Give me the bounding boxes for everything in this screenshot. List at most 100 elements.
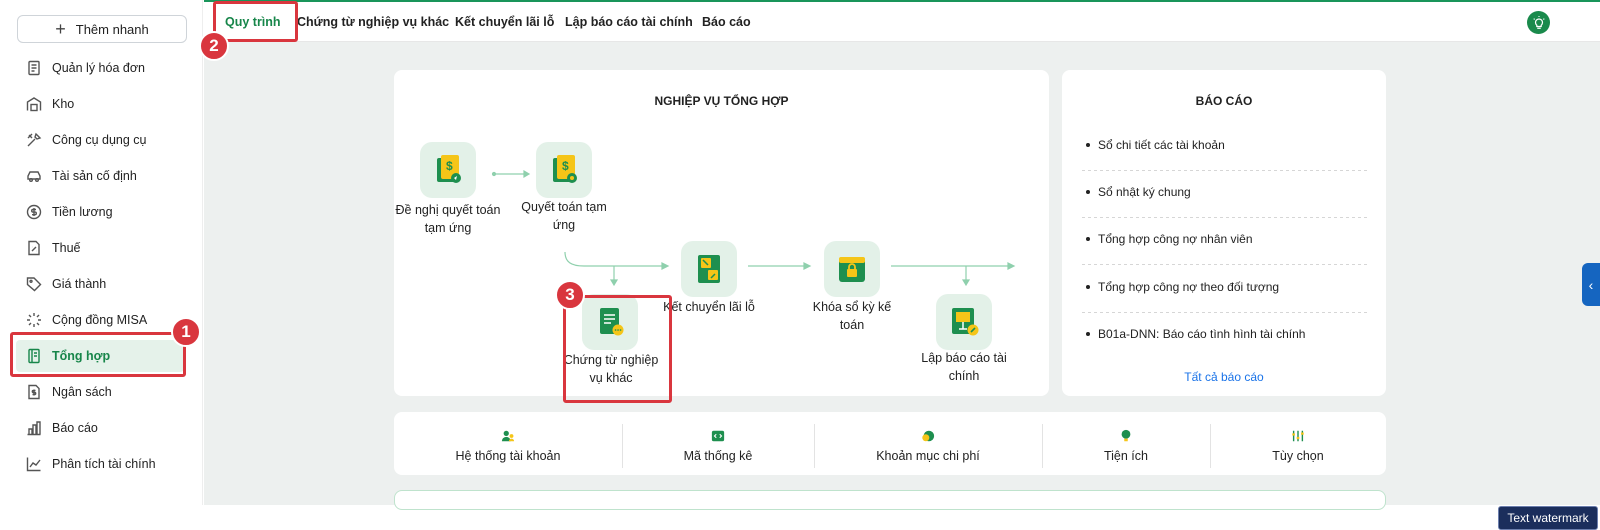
users-icon bbox=[501, 430, 515, 442]
quick-add-button[interactable]: + Thêm nhanh bbox=[17, 15, 187, 43]
analytics-icon bbox=[26, 457, 41, 472]
utilities-bar: Hệ thống tài khoản Mã thống kê Khoản mục… bbox=[394, 412, 1386, 475]
divider bbox=[1082, 264, 1370, 265]
sidebar-item-fixed-assets[interactable]: Tài sản cố định bbox=[16, 160, 184, 192]
invoice-icon bbox=[28, 60, 40, 76]
reports-card: BÁO CÁO Sổ chi tiết các tài khoản Sổ nhậ… bbox=[1062, 70, 1386, 396]
svg-text:$: $ bbox=[562, 159, 569, 173]
tab-other-vouchers[interactable]: Chứng từ nghiệp vụ khác bbox=[297, 2, 449, 42]
coins-icon bbox=[922, 430, 935, 442]
util-label: Hệ thống tài khoản bbox=[455, 449, 561, 463]
sidebar: + Thêm nhanh Quản lý hóa đơn Kho Công cụ… bbox=[0, 0, 203, 505]
top-tab-bar: Quy trình Chứng từ nghiệp vụ khác Kết ch… bbox=[204, 0, 1600, 42]
sidebar-item-tax[interactable]: Thuế bbox=[16, 232, 184, 264]
callout-box-3 bbox=[563, 295, 672, 403]
budget-icon bbox=[28, 384, 40, 400]
sidebar-item-label: Quản lý hóa đơn bbox=[52, 61, 145, 75]
sidebar-item-invoice[interactable]: Quản lý hóa đơn bbox=[16, 52, 184, 84]
flow-step-advance-settlement[interactable]: $ bbox=[536, 142, 592, 198]
sidebar-item-label: Tài sản cố định bbox=[52, 169, 137, 183]
advance-settlement-icon: $ bbox=[553, 155, 577, 183]
report-link[interactable]: Tổng hợp công nợ theo đối tượng bbox=[1086, 280, 1376, 294]
callout-badge-2: 2 bbox=[199, 31, 229, 61]
flow-step-period-lock[interactable] bbox=[824, 241, 880, 297]
util-utilities[interactable]: Tiện ích bbox=[1042, 412, 1210, 480]
callout-badge-3: 3 bbox=[555, 280, 585, 310]
car-icon bbox=[27, 171, 41, 182]
advance-request-icon: $ bbox=[437, 155, 461, 183]
report-link-label: Tổng hợp công nợ nhân viên bbox=[1098, 232, 1253, 246]
text-watermark: Text watermark bbox=[1498, 506, 1598, 530]
sidebar-item-label: Tiền lương bbox=[52, 205, 113, 219]
util-label: Tùy chọn bbox=[1272, 449, 1324, 463]
util-options[interactable]: Tùy chọn bbox=[1210, 412, 1386, 480]
report-link[interactable]: Sổ chi tiết các tài khoản bbox=[1086, 138, 1376, 152]
chevron-left-icon: ‹ bbox=[1588, 276, 1594, 293]
sidebar-item-label: Báo cáo bbox=[52, 421, 98, 435]
main-content: NGHIỆP VỤ TỔNG HỢP $ $ Đề nghị quyết toá… bbox=[204, 42, 1600, 510]
sidebar-item-label: Giá thành bbox=[52, 277, 107, 291]
report-link[interactable]: B01a-DNN: Báo cáo tình hình tài chính bbox=[1086, 327, 1376, 341]
sidebar-item-payroll[interactable]: Tiền lương bbox=[16, 196, 184, 228]
bullet bbox=[1086, 285, 1090, 289]
divider bbox=[1082, 312, 1370, 313]
financial-statements-icon bbox=[952, 308, 979, 336]
flow-step-label: Quyết toán tạm ứng bbox=[521, 200, 607, 232]
bullet bbox=[1086, 190, 1090, 194]
util-statistic-codes[interactable]: Mã thống kê bbox=[622, 412, 814, 480]
flow-step-label: Lập báo cáo tài chính bbox=[921, 351, 1007, 383]
idea-button[interactable] bbox=[1527, 11, 1550, 34]
report-link[interactable]: Tổng hợp công nợ nhân viên bbox=[1086, 232, 1376, 246]
svg-text:$: $ bbox=[446, 159, 453, 173]
sidebar-item-costing[interactable]: Giá thành bbox=[16, 268, 184, 300]
process-card: NGHIỆP VỤ TỔNG HỢP $ $ Đề nghị quyết toá… bbox=[394, 70, 1049, 396]
code-icon bbox=[711, 430, 725, 442]
util-expense-items[interactable]: Khoản mục chi phí bbox=[814, 412, 1042, 480]
report-link-label: Tổng hợp công nợ theo đối tượng bbox=[1098, 280, 1280, 294]
tab-profit-loss-transfer[interactable]: Kết chuyển lãi lỗ bbox=[455, 2, 554, 42]
sidebar-item-label: Công cụ dụng cụ bbox=[52, 133, 147, 147]
report-link-label: Sổ nhật ký chung bbox=[1098, 185, 1191, 199]
app-window: + Thêm nhanh Quản lý hóa đơn Kho Công cụ… bbox=[0, 0, 1600, 530]
tag-icon bbox=[26, 277, 42, 292]
sidebar-item-tools[interactable]: Công cụ dụng cụ bbox=[16, 124, 184, 156]
plus-icon: + bbox=[55, 19, 66, 39]
sidebar-item-budget[interactable]: Ngân sách bbox=[16, 376, 184, 408]
tab-financial-statements[interactable]: Lập báo cáo tài chính bbox=[565, 2, 693, 42]
sidebar-item-warehouse[interactable]: Kho bbox=[16, 88, 184, 120]
util-label: Tiện ích bbox=[1103, 449, 1148, 463]
sidebar-item-label: Phân tích tài chính bbox=[52, 457, 156, 471]
profit-loss-transfer-icon bbox=[698, 255, 720, 283]
sidebar-item-reports[interactable]: Báo cáo bbox=[16, 412, 184, 444]
sidebar-item-label: Thuế bbox=[52, 241, 81, 255]
tab-reports[interactable]: Báo cáo bbox=[702, 2, 751, 42]
bullet bbox=[1086, 237, 1090, 241]
community-icon bbox=[27, 313, 41, 327]
reports-title: BÁO CÁO bbox=[1195, 94, 1253, 108]
sidebar-item-financial-analysis[interactable]: Phân tích tài chính bbox=[16, 448, 184, 480]
next-card-partial bbox=[394, 490, 1386, 510]
tax-icon bbox=[28, 240, 40, 256]
dollar-icon bbox=[26, 204, 42, 220]
sidebar-item-label: Ngân sách bbox=[52, 385, 112, 399]
report-link[interactable]: Sổ nhật ký chung bbox=[1086, 185, 1376, 199]
warehouse-icon bbox=[26, 97, 42, 112]
flow-step-label: Khóa sổ kỳ kế toán bbox=[812, 300, 892, 332]
util-label: Mã thống kê bbox=[683, 449, 753, 463]
util-chart-of-accounts[interactable]: Hệ thống tài khoản bbox=[394, 412, 622, 480]
period-lock-icon bbox=[839, 257, 865, 282]
bar-chart-icon bbox=[27, 421, 41, 436]
flow-step-financial-statements[interactable] bbox=[936, 294, 992, 350]
collapse-panel-button[interactable]: ‹ bbox=[1582, 263, 1600, 306]
bullet bbox=[1086, 332, 1090, 336]
divider bbox=[1082, 170, 1370, 171]
flow-step-profit-loss[interactable] bbox=[681, 241, 737, 297]
lightbulb-icon bbox=[1121, 429, 1131, 442]
flow-step-advance-request[interactable]: $ bbox=[420, 142, 476, 198]
sidebar-item-label: Cộng đồng MISA bbox=[52, 313, 148, 327]
sliders-icon bbox=[1292, 430, 1304, 442]
divider bbox=[1082, 217, 1370, 218]
callout-box-1 bbox=[10, 332, 186, 377]
all-reports-link[interactable]: Tất cả báo cáo bbox=[1062, 370, 1386, 384]
tools-icon bbox=[27, 132, 42, 147]
